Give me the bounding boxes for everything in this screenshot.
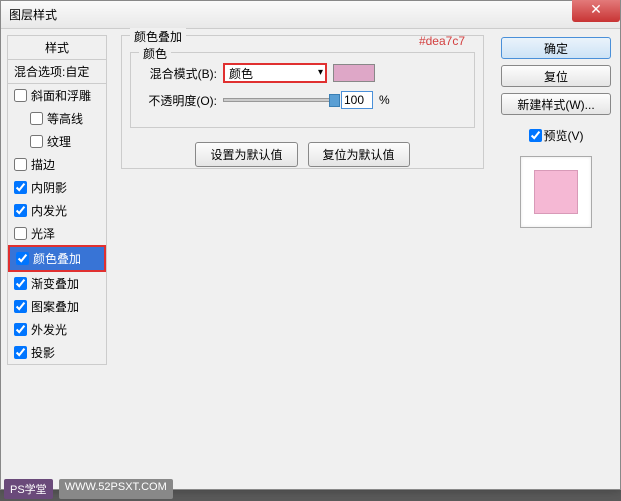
style-label: 投影 — [31, 344, 55, 361]
style-label: 渐变叠加 — [31, 275, 79, 292]
style-item-satin[interactable]: 光泽 — [8, 222, 106, 245]
actions-panel: 确定 复位 新建样式(W)... 预览(V) — [492, 29, 620, 489]
style-label: 光泽 — [31, 225, 55, 242]
color-swatch[interactable] — [333, 64, 375, 82]
blend-options-row[interactable]: 混合选项:自定 — [8, 60, 106, 84]
style-item-drop-shadow[interactable]: 投影 — [8, 341, 106, 364]
sub-title: 颜色 — [139, 45, 171, 62]
checkbox-color-overlay[interactable] — [16, 252, 29, 265]
style-item-stroke[interactable]: 描边 — [8, 153, 106, 176]
checkbox-inner-glow[interactable] — [14, 204, 27, 217]
default-buttons-row: 设置为默认值 复位为默认值 — [130, 142, 475, 167]
style-label: 颜色叠加 — [33, 250, 81, 267]
style-label: 外发光 — [31, 321, 67, 338]
set-default-button[interactable]: 设置为默认值 — [195, 142, 297, 167]
preview-swatch — [534, 170, 578, 214]
percent-label: % — [379, 93, 390, 107]
checkbox-outer-glow[interactable] — [14, 323, 27, 336]
reset-button[interactable]: 复位 — [501, 65, 611, 87]
style-label: 斜面和浮雕 — [31, 87, 91, 104]
style-item-color-overlay[interactable]: 颜色叠加 — [8, 245, 106, 272]
blend-mode-dropdown[interactable]: 颜色 ▾ — [223, 63, 327, 83]
blend-mode-value: 颜色 — [229, 65, 253, 82]
checkbox-bevel[interactable] — [14, 89, 27, 102]
preview-box — [520, 156, 592, 228]
checkbox-stroke[interactable] — [14, 158, 27, 171]
checkbox-contour[interactable] — [30, 112, 43, 125]
checkbox-drop-shadow[interactable] — [14, 346, 27, 359]
opacity-label: 不透明度(O): — [139, 92, 217, 109]
checkbox-inner-shadow[interactable] — [14, 181, 27, 194]
style-label: 内发光 — [31, 202, 67, 219]
checkbox-gradient-overlay[interactable] — [14, 277, 27, 290]
style-item-bevel[interactable]: 斜面和浮雕 — [8, 84, 106, 107]
group-title: 颜色叠加 — [130, 28, 186, 45]
settings-panel: 颜色叠加 #dea7c7 颜色 混合模式(B): 颜色 ▾ 不透明度(O): — [113, 29, 492, 489]
opacity-slider[interactable] — [223, 98, 335, 102]
blend-mode-row: 混合模式(B): 颜色 ▾ — [139, 63, 466, 83]
styles-header[interactable]: 样式 — [8, 36, 106, 60]
style-item-gradient-overlay[interactable]: 渐变叠加 — [8, 272, 106, 295]
style-item-pattern-overlay[interactable]: 图案叠加 — [8, 295, 106, 318]
preview-checkbox[interactable] — [529, 129, 542, 142]
ok-button[interactable]: 确定 — [501, 37, 611, 59]
style-item-texture[interactable]: 纹理 — [8, 130, 106, 153]
style-label: 图案叠加 — [31, 298, 79, 315]
checkbox-pattern-overlay[interactable] — [14, 300, 27, 313]
styles-list-panel: 样式 混合选项:自定 斜面和浮雕 等高线 纹理 描边 — [1, 29, 113, 489]
hex-annotation: #dea7c7 — [419, 34, 465, 48]
blend-mode-label: 混合模式(B): — [139, 65, 217, 82]
chevron-down-icon: ▾ — [318, 67, 323, 78]
watermark-name: PS学堂 — [4, 479, 53, 499]
dialog-content: 样式 混合选项:自定 斜面和浮雕 等高线 纹理 描边 — [1, 29, 620, 489]
watermark-url: WWW.52PSXT.COM — [59, 479, 173, 499]
style-item-outer-glow[interactable]: 外发光 — [8, 318, 106, 341]
style-label: 纹理 — [47, 133, 71, 150]
watermark: PS学堂 WWW.52PSXT.COM — [4, 479, 173, 499]
reset-default-button[interactable]: 复位为默认值 — [308, 142, 410, 167]
opacity-row: 不透明度(O): % — [139, 91, 466, 109]
style-label: 等高线 — [47, 110, 83, 127]
style-item-inner-shadow[interactable]: 内阴影 — [8, 176, 106, 199]
layer-style-dialog: 图层样式 ✕ 样式 混合选项:自定 斜面和浮雕 等高线 纹理 — [0, 0, 621, 490]
dialog-title: 图层样式 — [9, 6, 57, 23]
style-label: 描边 — [31, 156, 55, 173]
style-item-contour[interactable]: 等高线 — [8, 107, 106, 130]
color-subgroup: 颜色 混合模式(B): 颜色 ▾ 不透明度(O): — [130, 52, 475, 128]
preview-checkbox-row: 预览(V) — [529, 127, 584, 144]
style-label: 内阴影 — [31, 179, 67, 196]
close-button[interactable]: ✕ — [572, 0, 620, 22]
slider-thumb[interactable] — [329, 94, 340, 107]
color-overlay-group: 颜色叠加 #dea7c7 颜色 混合模式(B): 颜色 ▾ 不透明度(O): — [121, 35, 484, 169]
styles-group: 样式 混合选项:自定 斜面和浮雕 等高线 纹理 描边 — [7, 35, 107, 365]
titlebar: 图层样式 ✕ — [1, 1, 620, 29]
new-style-button[interactable]: 新建样式(W)... — [501, 93, 611, 115]
checkbox-satin[interactable] — [14, 227, 27, 240]
opacity-input[interactable] — [341, 91, 373, 109]
checkbox-texture[interactable] — [30, 135, 43, 148]
preview-label: 预览(V) — [544, 127, 584, 144]
style-item-inner-glow[interactable]: 内发光 — [8, 199, 106, 222]
